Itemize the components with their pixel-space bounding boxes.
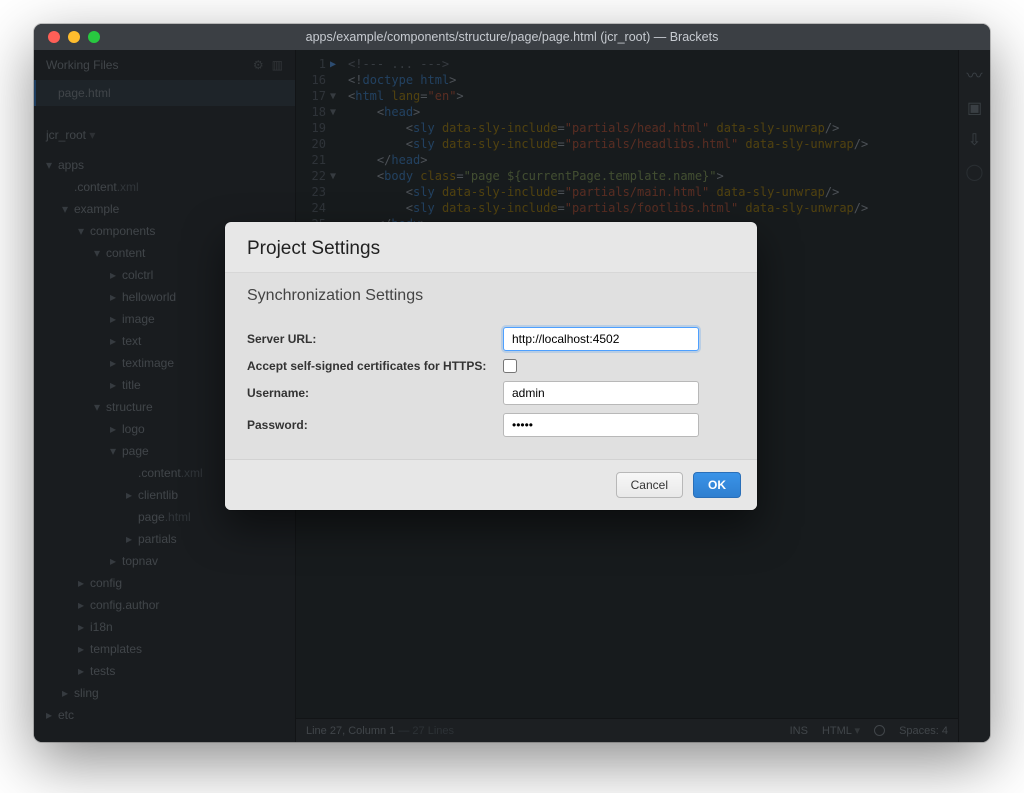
username-label: Username: [247, 386, 503, 400]
server-url-input[interactable] [503, 327, 699, 351]
username-input[interactable] [503, 381, 699, 405]
password-label: Password: [247, 418, 503, 432]
dialog-footer: Cancel OK [225, 459, 757, 510]
cancel-button[interactable]: Cancel [616, 472, 683, 498]
maximize-icon[interactable] [88, 31, 100, 43]
dialog-section-title: Synchronization Settings [225, 272, 757, 315]
project-settings-dialog: Project Settings Synchronization Setting… [225, 222, 757, 510]
titlebar: apps/example/components/structure/page/p… [34, 24, 990, 50]
accept-cert-checkbox[interactable] [503, 359, 517, 373]
window-title: apps/example/components/structure/page/p… [34, 30, 990, 44]
settings-form: Server URL: Accept self-signed certifica… [225, 315, 757, 459]
ok-button[interactable]: OK [693, 472, 741, 498]
window-controls [34, 31, 100, 43]
server-url-label: Server URL: [247, 332, 503, 346]
close-icon[interactable] [48, 31, 60, 43]
password-input[interactable] [503, 413, 699, 437]
accept-cert-label: Accept self-signed certificates for HTTP… [247, 359, 503, 373]
minimize-icon[interactable] [68, 31, 80, 43]
dialog-title: Project Settings [225, 222, 757, 272]
